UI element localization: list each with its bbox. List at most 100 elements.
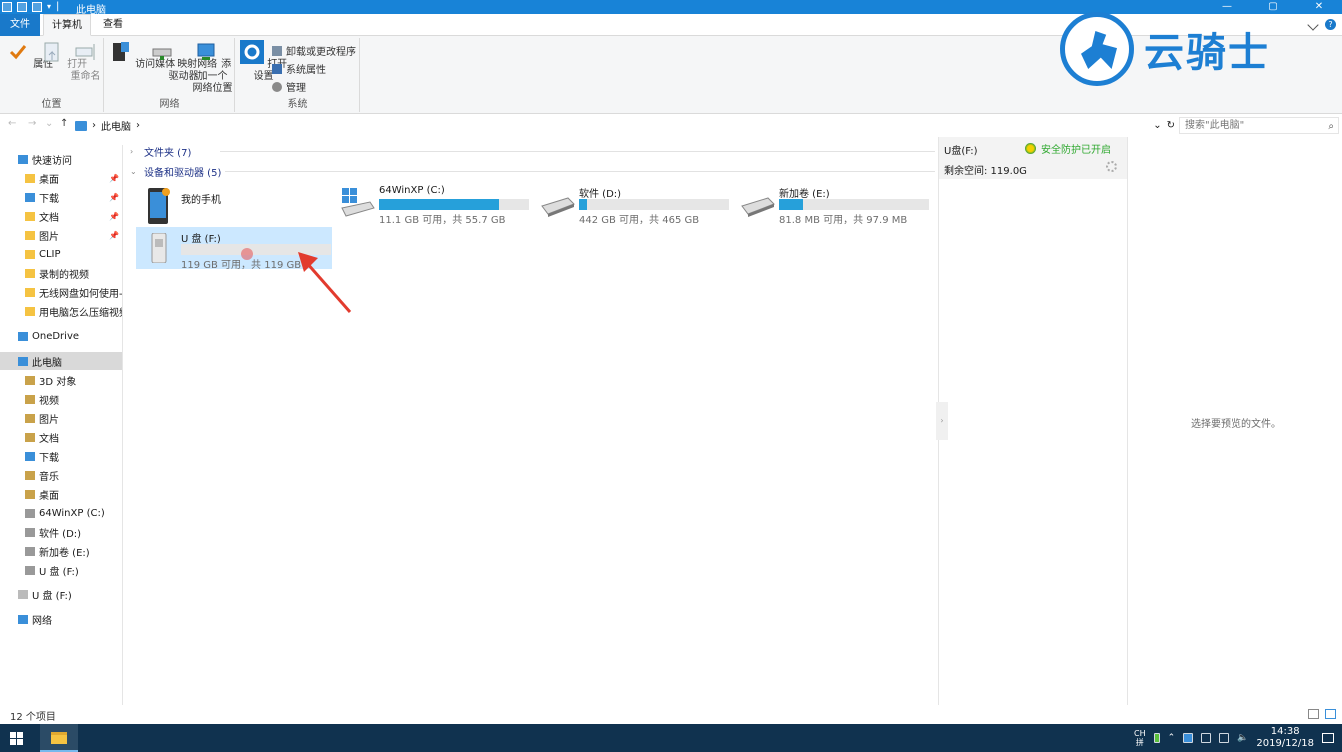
manage-label: 管理 (286, 83, 306, 94)
protection-status[interactable]: 安全防护已开启 (1025, 141, 1111, 156)
pin-icon[interactable]: 📌 (109, 212, 119, 221)
manage-button[interactable]: 管理 (272, 79, 306, 94)
nav-item-label: 3D 对象 (39, 376, 77, 388)
capacity-fill (779, 199, 803, 210)
pin-icon[interactable]: 📌 (109, 174, 119, 183)
protection-label: 安全防护已开启 (1041, 145, 1111, 156)
up-button[interactable]: ↑ (60, 118, 68, 129)
pin-icon[interactable]: 📌 (109, 193, 119, 202)
nav-item-label: 桌面 (39, 490, 59, 502)
folder-icon (25, 287, 35, 297)
programs-icon (272, 45, 282, 56)
volume-icon[interactable]: 🔈 (1237, 733, 1248, 743)
usb-drive-icon (25, 565, 35, 575)
chevron-down-icon[interactable]: ▾ (47, 2, 51, 11)
nav-item-quick[interactable]: 桌面 📌 (25, 169, 122, 187)
clock[interactable]: 14:38 2019/12/18 (1256, 726, 1314, 750)
collapse-arrow-icon: ⌄ (130, 166, 137, 176)
breadcrumb-this-pc[interactable]: 此电脑 (101, 118, 131, 133)
nav-item-quick[interactable]: 下载 📌 (25, 188, 122, 206)
nav-item-quick[interactable]: 用电脑怎么压缩视频 (25, 302, 122, 320)
ime-indicator[interactable]: CH 拼 (1134, 729, 1146, 747)
capacity-fill (379, 199, 499, 210)
uninstall-programs-button[interactable]: 卸载或更改程序 (272, 43, 356, 58)
nav-item-pc[interactable]: U 盘 (F:) (25, 561, 122, 579)
nav-item-label: 64WinXP (C:) (39, 507, 105, 519)
gear-icon[interactable] (1106, 161, 1117, 172)
taskbar-explorer[interactable] (40, 724, 78, 752)
nav-item-label: 录制的视频 (39, 269, 89, 281)
nav-this-pc[interactable]: 此电脑 (0, 352, 122, 370)
details-title: U盘(F:) (944, 146, 978, 157)
system-properties-button[interactable]: 系统属性 (272, 61, 326, 76)
refresh-icon[interactable]: ↻ (1167, 120, 1175, 131)
battery-icon[interactable] (1153, 733, 1160, 743)
rename-button[interactable]: 重命名 (68, 40, 103, 83)
nav-item-pc[interactable]: 64WinXP (C:) (25, 504, 122, 522)
nav-usb[interactable]: U 盘 (F:) (18, 585, 122, 603)
nav-onedrive[interactable]: OneDrive (18, 327, 122, 345)
computer-icon (18, 356, 28, 366)
properties-qa-icon[interactable] (17, 1, 27, 12)
pane-splitter[interactable]: › (936, 402, 948, 440)
tab-computer[interactable]: 计算机 (43, 14, 91, 36)
search-input[interactable]: 搜索"此电脑" ⌕ (1179, 117, 1339, 134)
capacity-bar (779, 199, 929, 210)
recent-locations-button[interactable]: ⌄ (45, 118, 53, 129)
search-icon[interactable]: ⌕ (1328, 119, 1334, 134)
hard-drive-icon (740, 188, 775, 218)
group-header-folders[interactable]: › 文件夹 (7) (130, 144, 935, 159)
usb-tray-icon[interactable] (1183, 733, 1194, 743)
nav-item-quick[interactable]: 图片 📌 (25, 226, 122, 244)
explorer-icon (2, 1, 12, 12)
nav-item-pc[interactable]: 文档 (25, 428, 122, 446)
new-folder-qa-icon[interactable] (32, 1, 42, 12)
nav-item-quick[interactable]: 无线网盘如何使用--- (25, 283, 122, 301)
nav-item-pc[interactable]: 下载 (25, 447, 122, 465)
nav-item-label: 快速访问 (32, 155, 72, 167)
navigation-pane: 快速访问 桌面 📌 下载 📌 文档 📌 图片 📌 CLIP 录制的视频 无线网盘如何使用--- 用电脑怎… (0, 145, 123, 705)
nav-item-quick[interactable]: 录制的视频 (25, 264, 122, 282)
back-button[interactable]: ← (8, 118, 16, 129)
start-button[interactable] (10, 732, 23, 745)
large-icons-view-icon[interactable] (1325, 709, 1336, 719)
drive-name: 我的手机 (181, 195, 221, 206)
network-icon[interactable] (1219, 733, 1230, 743)
chevron-up-icon[interactable]: ⌃ (1168, 733, 1176, 743)
nav-item-pc[interactable]: 图片 (25, 409, 122, 427)
nav-item-label: 此电脑 (32, 357, 62, 369)
nav-item-pc[interactable]: 音乐 (25, 466, 122, 484)
notification-icon[interactable] (1322, 733, 1334, 743)
nav-item-pc[interactable]: 3D 对象 (25, 371, 122, 389)
watermark: 云骑士 (1060, 8, 1330, 86)
drive-tile[interactable]: 我的手机 (136, 182, 332, 224)
search-placeholder: 搜索"此电脑" (1185, 120, 1245, 131)
nav-item-pc[interactable]: 视频 (25, 390, 122, 408)
nav-network[interactable]: 网络 (18, 610, 122, 628)
nav-item-label: U 盘 (F:) (39, 566, 79, 578)
keyboard-icon[interactable] (1201, 733, 1212, 743)
tab-view[interactable]: 查看 (95, 14, 131, 36)
drive-tile[interactable]: 新加卷 (E:) 81.8 MB 可用，共 97.9 MB (734, 182, 934, 226)
drive-tile[interactable]: 64WinXP (C:) 11.1 GB 可用，共 55.7 GB (334, 182, 534, 226)
tab-file[interactable]: 文件 (0, 14, 40, 36)
details-view-icon[interactable] (1308, 709, 1319, 719)
forward-button[interactable]: → (28, 118, 36, 129)
nav-item-quick[interactable]: 文档 📌 (25, 207, 122, 225)
address-dropdown-icon[interactable]: ⌄ (1153, 120, 1161, 131)
nav-item-quick[interactable]: CLIP (25, 245, 122, 263)
pin-icon[interactable]: 📌 (109, 231, 119, 240)
group-header-devices[interactable]: ⌄ 设备和驱动器 (5) (130, 164, 935, 179)
address-row: ← → ⌄ ↑ › 此电脑 › ⌄ ↻ 搜索"此电脑" ⌕ (0, 115, 1342, 135)
add-network-location-button[interactable]: 添加一个 网络位置 (191, 40, 234, 95)
address-bar[interactable]: › 此电脑 › ⌄ ↻ (75, 117, 1175, 134)
nav-item-pc[interactable]: 软件 (D:) (25, 523, 122, 541)
nav-item-label: 文档 (39, 433, 59, 445)
windows-drive-icon (25, 508, 35, 518)
drive-tile[interactable]: 软件 (D:) 442 GB 可用，共 465 GB (534, 182, 734, 226)
nav-quick-access[interactable]: 快速访问 (18, 150, 122, 168)
nav-item-label: 无线网盘如何使用--- (39, 288, 122, 300)
nav-item-pc[interactable]: 新加卷 (E:) (25, 542, 122, 560)
nav-item-pc[interactable]: 桌面 (25, 485, 122, 503)
devices-header-label: 设备和驱动器 (5) (144, 167, 222, 179)
